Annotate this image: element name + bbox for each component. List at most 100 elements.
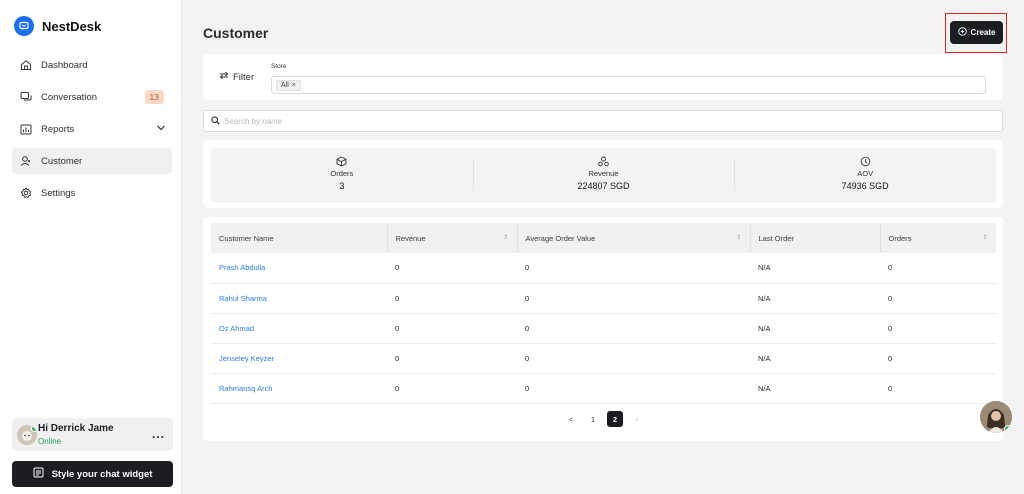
next-page-button[interactable]: >: [629, 411, 645, 427]
sidebar-item-customer[interactable]: Customer: [12, 148, 172, 174]
stat-label: Orders: [330, 169, 354, 178]
store-label: Store: [271, 63, 287, 70]
filter-label: Filter: [233, 71, 255, 83]
revenue-cell: 0: [387, 373, 517, 404]
orders-cell: 0: [880, 283, 996, 314]
orders-cell: 0: [880, 253, 996, 284]
brand[interactable]: NestDesk: [14, 16, 101, 36]
column-header-orders[interactable]: Orders ⇕: [880, 223, 996, 253]
widget-icon: [33, 467, 44, 481]
sidebar-item-settings[interactable]: Settings: [12, 180, 172, 206]
table-row[interactable]: Prash Abdulla 0 0 N/A 0: [211, 253, 996, 284]
sidebar-item-conversation[interactable]: Conversation 13: [12, 84, 172, 110]
sidebar-item-label: Customer: [41, 155, 83, 167]
nestdesk-logo-icon: [14, 16, 34, 36]
sort-icon[interactable]: ⇕: [983, 233, 988, 241]
user-status: Online: [38, 437, 62, 446]
search-field[interactable]: [203, 110, 1003, 132]
reports-icon: [20, 123, 32, 135]
last-order-cell: N/A: [750, 343, 880, 374]
store-chip-all[interactable]: All ×: [276, 80, 301, 91]
user-name: Hi Derrick Jame: [38, 423, 114, 434]
customer-name-link[interactable]: Oz Ahmad: [211, 313, 387, 344]
stat-value: 224807 SGD: [577, 181, 630, 191]
column-header-label: Customer Name: [219, 233, 274, 243]
online-status-dot: [1004, 425, 1012, 433]
column-header-customer-name[interactable]: Customer Name: [211, 223, 388, 253]
revenue-cell: 0: [387, 283, 517, 314]
gear-icon: [20, 187, 32, 199]
stat-label: AOV: [857, 169, 874, 178]
page-button-1[interactable]: 1: [585, 411, 601, 427]
sidebar-item-label: Settings: [41, 187, 76, 199]
sidebar-item-reports[interactable]: Reports: [12, 116, 172, 142]
plus-circle-icon: [957, 27, 967, 38]
sidebar-nav: Dashboard Conversation 13 Reports Custom…: [12, 52, 172, 212]
sidebar-item-label: Conversation: [41, 91, 97, 103]
store-select[interactable]: All ×: [271, 76, 986, 94]
page-button-2[interactable]: 2: [607, 411, 623, 427]
unread-count-badge: 13: [144, 90, 164, 104]
customer-table-panel: Customer Name Revenue ⇕ Average Order Val…: [203, 217, 1003, 441]
table-row[interactable]: Jenseley Keyzer 0 0 N/A 0: [211, 343, 996, 374]
customer-table: Customer Name Revenue ⇕ Average Order Val…: [211, 223, 996, 404]
style-chat-widget-label: Style your chat widget: [51, 468, 153, 480]
column-header-revenue[interactable]: Revenue ⇕: [387, 223, 518, 253]
sidebar-item-dashboard[interactable]: Dashboard: [12, 52, 172, 78]
stat-orders: Orders 3: [211, 148, 473, 203]
stat-value: 3: [339, 181, 345, 191]
page-title: Customer: [203, 25, 269, 41]
last-order-cell: N/A: [750, 373, 880, 404]
chip-label: All: [281, 82, 289, 89]
aov-cell: 0: [517, 343, 750, 374]
column-header-label: Last Order: [758, 233, 794, 243]
avatar: [17, 425, 37, 445]
search-icon: [211, 115, 220, 127]
chat-launcher-avatar[interactable]: [980, 401, 1012, 433]
sort-icon[interactable]: ⇕: [503, 233, 508, 241]
search-input[interactable]: [224, 116, 524, 126]
sort-icon[interactable]: ⇕: [736, 233, 741, 241]
column-header-label: Revenue: [395, 233, 426, 243]
filter-toggle[interactable]: Filter: [219, 71, 254, 83]
chip-remove-icon[interactable]: ×: [292, 82, 296, 89]
box-icon: [336, 156, 347, 167]
customer-icon: [20, 155, 32, 167]
stat-aov: AOV 74936 SGD: [734, 148, 996, 203]
clock-icon: [860, 156, 871, 167]
column-header-label: Average Order Value: [525, 233, 596, 243]
aov-cell: 0: [517, 373, 750, 404]
stats-panel: Orders 3 Revenue 224807 SGD AOV 74936 SG…: [203, 140, 1003, 208]
revenue-cell: 0: [387, 313, 517, 344]
table-row[interactable]: Rahmansq Arch 0 0 N/A 0: [211, 373, 996, 404]
swap-arrows-icon: [219, 71, 229, 83]
customer-name-link[interactable]: Rahmansq Arch: [211, 373, 387, 404]
revenue-cell: 0: [387, 253, 517, 284]
customer-name-link[interactable]: Prash Abdulla: [211, 253, 387, 284]
more-options-icon[interactable]: ...: [152, 427, 165, 441]
style-chat-widget-button[interactable]: Style your chat widget: [12, 461, 173, 487]
chevron-down-icon[interactable]: [156, 124, 166, 135]
stat-value: 74936 SGD: [841, 181, 889, 191]
create-button[interactable]: Create: [950, 21, 1003, 44]
customer-name-link[interactable]: Rahul Sharma: [211, 283, 387, 314]
aov-cell: 0: [517, 253, 750, 284]
previous-page-button[interactable]: <: [563, 411, 579, 427]
sidebar-item-label: Reports: [41, 123, 75, 135]
orders-cell: 0: [880, 313, 996, 344]
stat-revenue: Revenue 224807 SGD: [472, 148, 735, 203]
revenue-cell: 0: [387, 343, 517, 374]
aov-cell: 0: [517, 313, 750, 344]
user-profile-card[interactable]: Hi Derrick Jame Online ...: [12, 418, 173, 451]
revenue-icon: [598, 156, 609, 167]
brand-name: NestDesk: [42, 18, 102, 34]
column-header-last-order[interactable]: Last Order: [750, 223, 881, 253]
last-order-cell: N/A: [750, 313, 880, 344]
customer-name-link[interactable]: Jenseley Keyzer: [211, 343, 387, 374]
table-row[interactable]: Oz Ahmad 0 0 N/A 0: [211, 313, 996, 344]
filter-panel: Filter Store All ×: [203, 54, 1003, 100]
table-row[interactable]: Rahul Sharma 0 0 N/A 0: [211, 283, 996, 314]
create-button-label: Create: [970, 28, 996, 37]
column-header-aov[interactable]: Average Order Value ⇕: [517, 223, 751, 253]
orders-cell: 0: [880, 373, 996, 404]
